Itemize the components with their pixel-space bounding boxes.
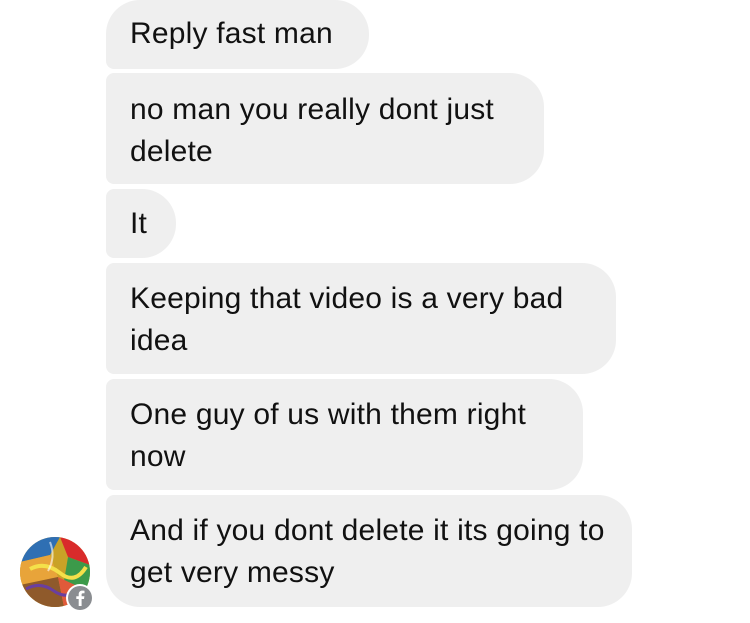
message-bubble[interactable]: Keeping that video is a very bad idea [106,263,616,374]
message-bubble[interactable]: It [106,189,176,258]
message-thread: Reply fast man no man you really dont ju… [0,0,750,623]
message-bubble[interactable]: Reply fast man [106,0,369,69]
message-bubble[interactable]: no man you really dont just delete [106,73,544,184]
message-bubble[interactable]: One guy of us with them right now [106,379,583,490]
facebook-icon [66,584,94,612]
message-bubble[interactable]: And if you dont delete it its going to g… [106,495,632,607]
